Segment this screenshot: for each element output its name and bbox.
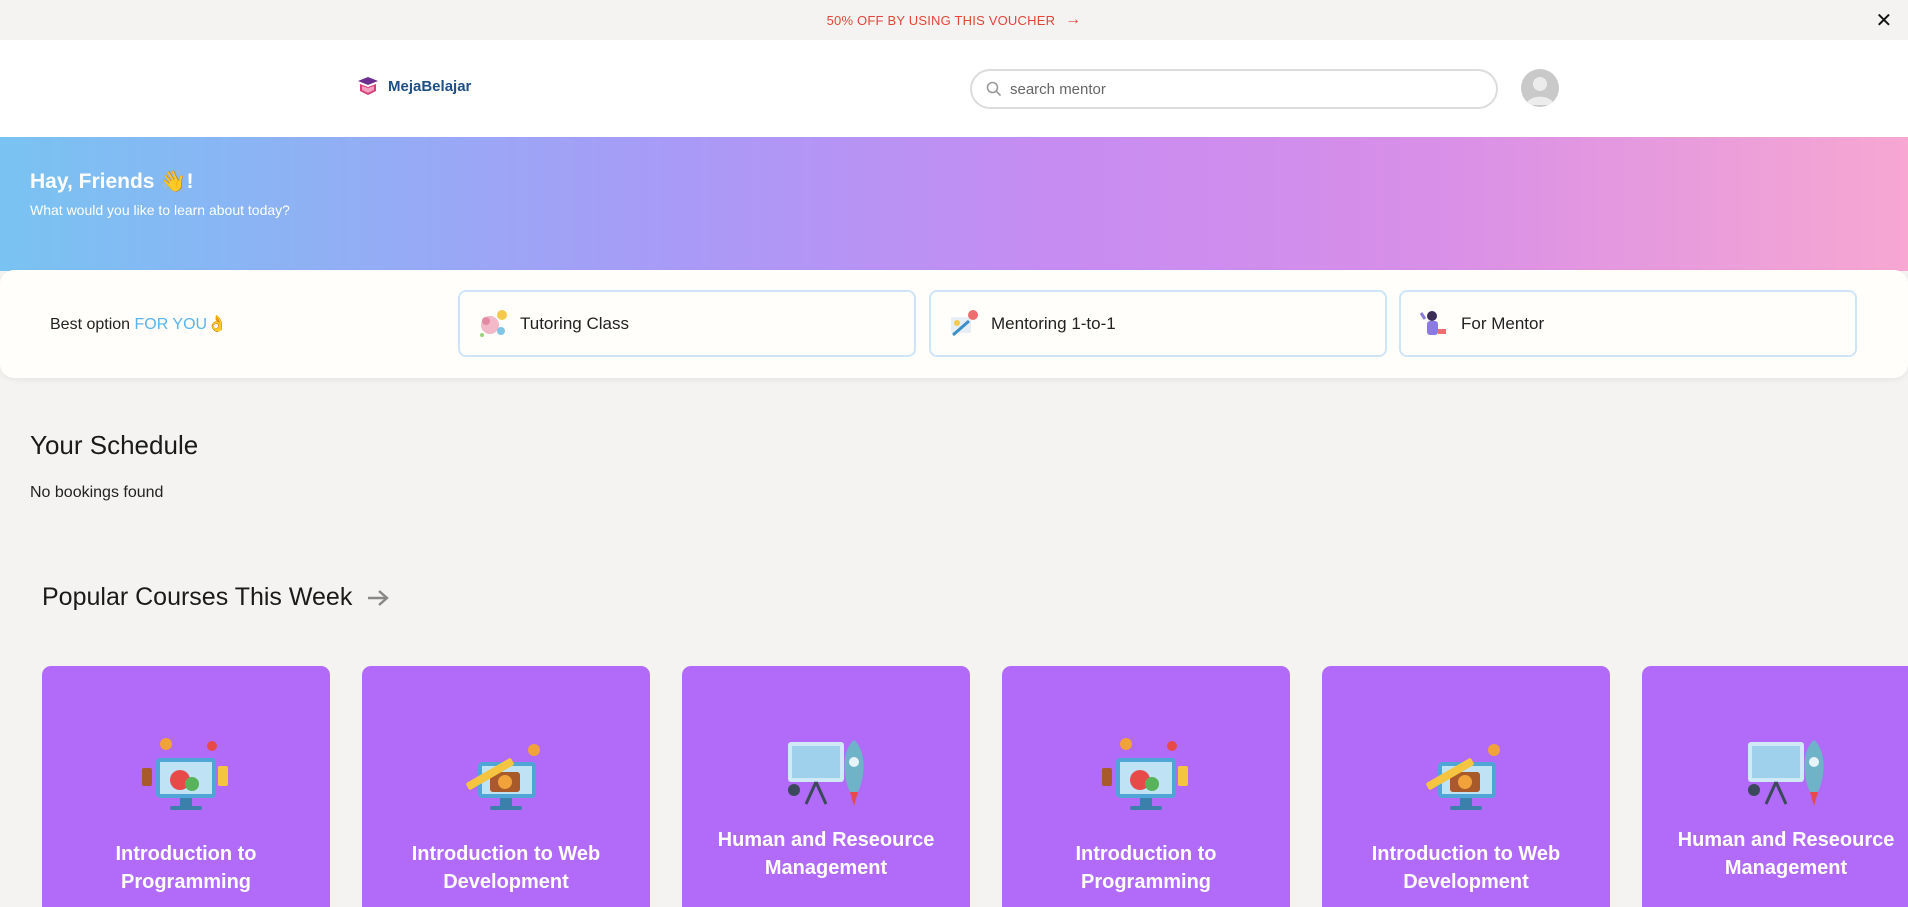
best-option-highlight: FOR YOU	[134, 316, 208, 333]
search-icon	[986, 81, 1002, 97]
close-icon[interactable]: ✕	[1872, 8, 1896, 32]
course-title: Introduction to Web Development	[1371, 843, 1561, 893]
greeting: Hay, Friends 👋!	[30, 170, 194, 193]
popular-courses-title[interactable]: Popular Courses This Week	[42, 583, 390, 612]
option-for-mentor[interactable]: For Mentor	[1399, 290, 1857, 357]
arrow-right-icon[interactable]: →	[1065, 11, 1081, 29]
schedule-title: Your Schedule	[30, 430, 199, 460]
search-input[interactable]	[1010, 80, 1470, 98]
course-title: Human and Reseource Management	[717, 829, 935, 879]
user-avatar-icon	[1526, 77, 1554, 105]
course-card[interactable]: Introduction to Web Development	[362, 666, 650, 907]
option-label: For Mentor	[1461, 313, 1545, 333]
hero-banner: Hay, Friends 👋! What would you like to l…	[0, 137, 1908, 271]
course-title: Human and Reseource Management	[1677, 829, 1895, 879]
best-option-label: Best option FOR YOU👌	[50, 314, 227, 334]
mentor-person-icon	[1419, 310, 1446, 335]
best-option-prefix: Best option	[50, 316, 135, 333]
monitor-icon	[1102, 738, 1188, 810]
camera-icon	[466, 744, 540, 810]
course-card[interactable]: Human and Reseource Management	[682, 666, 970, 907]
avatar[interactable]	[1521, 69, 1559, 107]
presentation-rocket-icon	[1748, 740, 1824, 806]
search-bar[interactable]	[970, 69, 1498, 109]
brand-name: MejaBelajar	[388, 77, 472, 95]
course-card[interactable]: Introduction to Programming	[1002, 666, 1290, 907]
monitor-icon	[142, 738, 228, 810]
camera-icon	[1426, 744, 1500, 810]
schedule-empty-text: No bookings found	[30, 484, 164, 501]
course-title: Introduction to Programming	[115, 843, 257, 893]
mentoring-icon	[951, 309, 978, 336]
popular-courses-label: Popular Courses This Week	[42, 583, 353, 611]
course-title: Introduction to Web Development	[411, 843, 601, 893]
course-card[interactable]: Human and Reseource Management	[1642, 666, 1908, 907]
brain-icon	[480, 309, 507, 337]
option-label: Tutoring Class	[520, 313, 629, 333]
brand-logo[interactable]: MejaBelajar	[356, 75, 471, 97]
promo-text[interactable]: 50% OFF BY USING THIS VOUCHER	[827, 13, 1056, 28]
header: MejaBelajar	[0, 40, 1908, 137]
course-card[interactable]: Introduction to Web Development	[1322, 666, 1610, 907]
option-tutoring-class[interactable]: Tutoring Class	[458, 290, 916, 357]
ok-hand-icon: 👌	[207, 316, 228, 333]
course-title: Introduction to Programming	[1075, 843, 1217, 893]
presentation-rocket-icon	[788, 740, 864, 806]
option-label: Mentoring 1-to-1	[991, 313, 1116, 333]
options-strip: Best option FOR YOU👌 Tutoring Class Ment…	[0, 270, 1908, 378]
promo-banner[interactable]: 50% OFF BY USING THIS VOUCHER → ✕	[0, 0, 1908, 40]
option-mentoring[interactable]: Mentoring 1-to-1	[929, 290, 1387, 357]
course-card[interactable]: Introduction to Programming	[42, 666, 330, 907]
book-logo-icon	[358, 77, 378, 95]
arrow-right-icon[interactable]	[366, 588, 390, 608]
greeting-subtitle: What would you like to learn about today…	[30, 202, 290, 218]
